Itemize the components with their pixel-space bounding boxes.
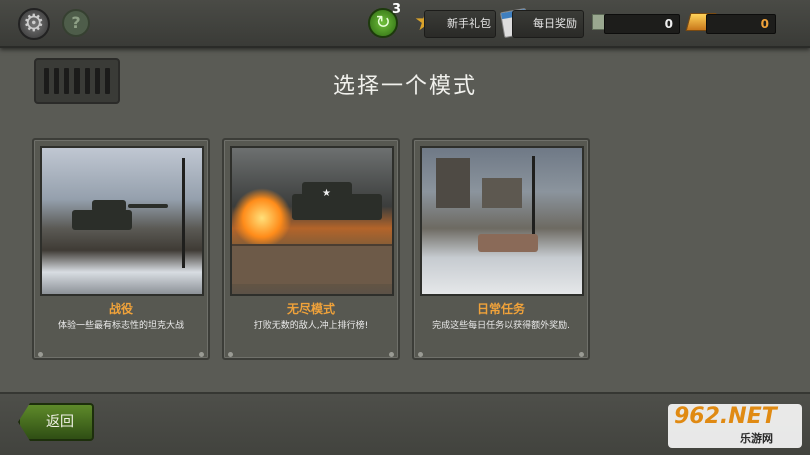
mode-title: 战役 [108, 302, 133, 316]
mode-title: 无尽模式 [286, 302, 335, 316]
mode-description: 完成这些每日任务以获得额外奖励. [432, 321, 570, 331]
daily-image [420, 146, 584, 296]
watermark-subtext: 乐游网 [740, 432, 773, 445]
mode-card-daily[interactable]: 日常任务 完成这些每日任务以获得额外奖励. [412, 138, 590, 360]
settings-gear-icon[interactable] [18, 8, 50, 40]
page-title: 选择一个模式 [332, 74, 477, 99]
endless-image: ★ [230, 146, 394, 296]
mode-title: 日常任务 [476, 302, 525, 316]
gold-counter: 0 [706, 14, 776, 34]
panel-grip-decoration [34, 58, 120, 104]
site-watermark: 962.NET 乐游网 [668, 404, 802, 448]
top-bar: ? ↻ 3 ★ 新手礼包 每日奖励 0 0 [0, 0, 810, 48]
newbie-pack-label: 新手礼包 [447, 17, 491, 30]
daily-reward-button[interactable]: 每日奖励 [512, 10, 584, 38]
watermark-logo-text: 962.NET [674, 404, 777, 429]
mode-description: 体验一些最有标志性的坦克大战 [57, 321, 184, 331]
campaign-image [40, 146, 204, 296]
mode-description: 打败无数的敌人,冲上排行榜! [253, 321, 369, 331]
newbie-pack-button[interactable]: 新手礼包 [424, 10, 496, 38]
cash-counter: 0 [604, 14, 680, 34]
refresh-count-badge: 3 [392, 2, 402, 17]
help-icon[interactable]: ? [62, 9, 90, 37]
back-button[interactable]: 返回 [18, 403, 94, 441]
mode-card-endless[interactable]: ★ 无尽模式 打败无数的敌人,冲上排行榜! [222, 138, 400, 360]
back-button-label: 返回 [46, 414, 74, 430]
mode-card-campaign[interactable]: 战役 体验一些最有标志性的坦克大战 [32, 138, 210, 360]
daily-reward-label: 每日奖励 [533, 17, 577, 30]
